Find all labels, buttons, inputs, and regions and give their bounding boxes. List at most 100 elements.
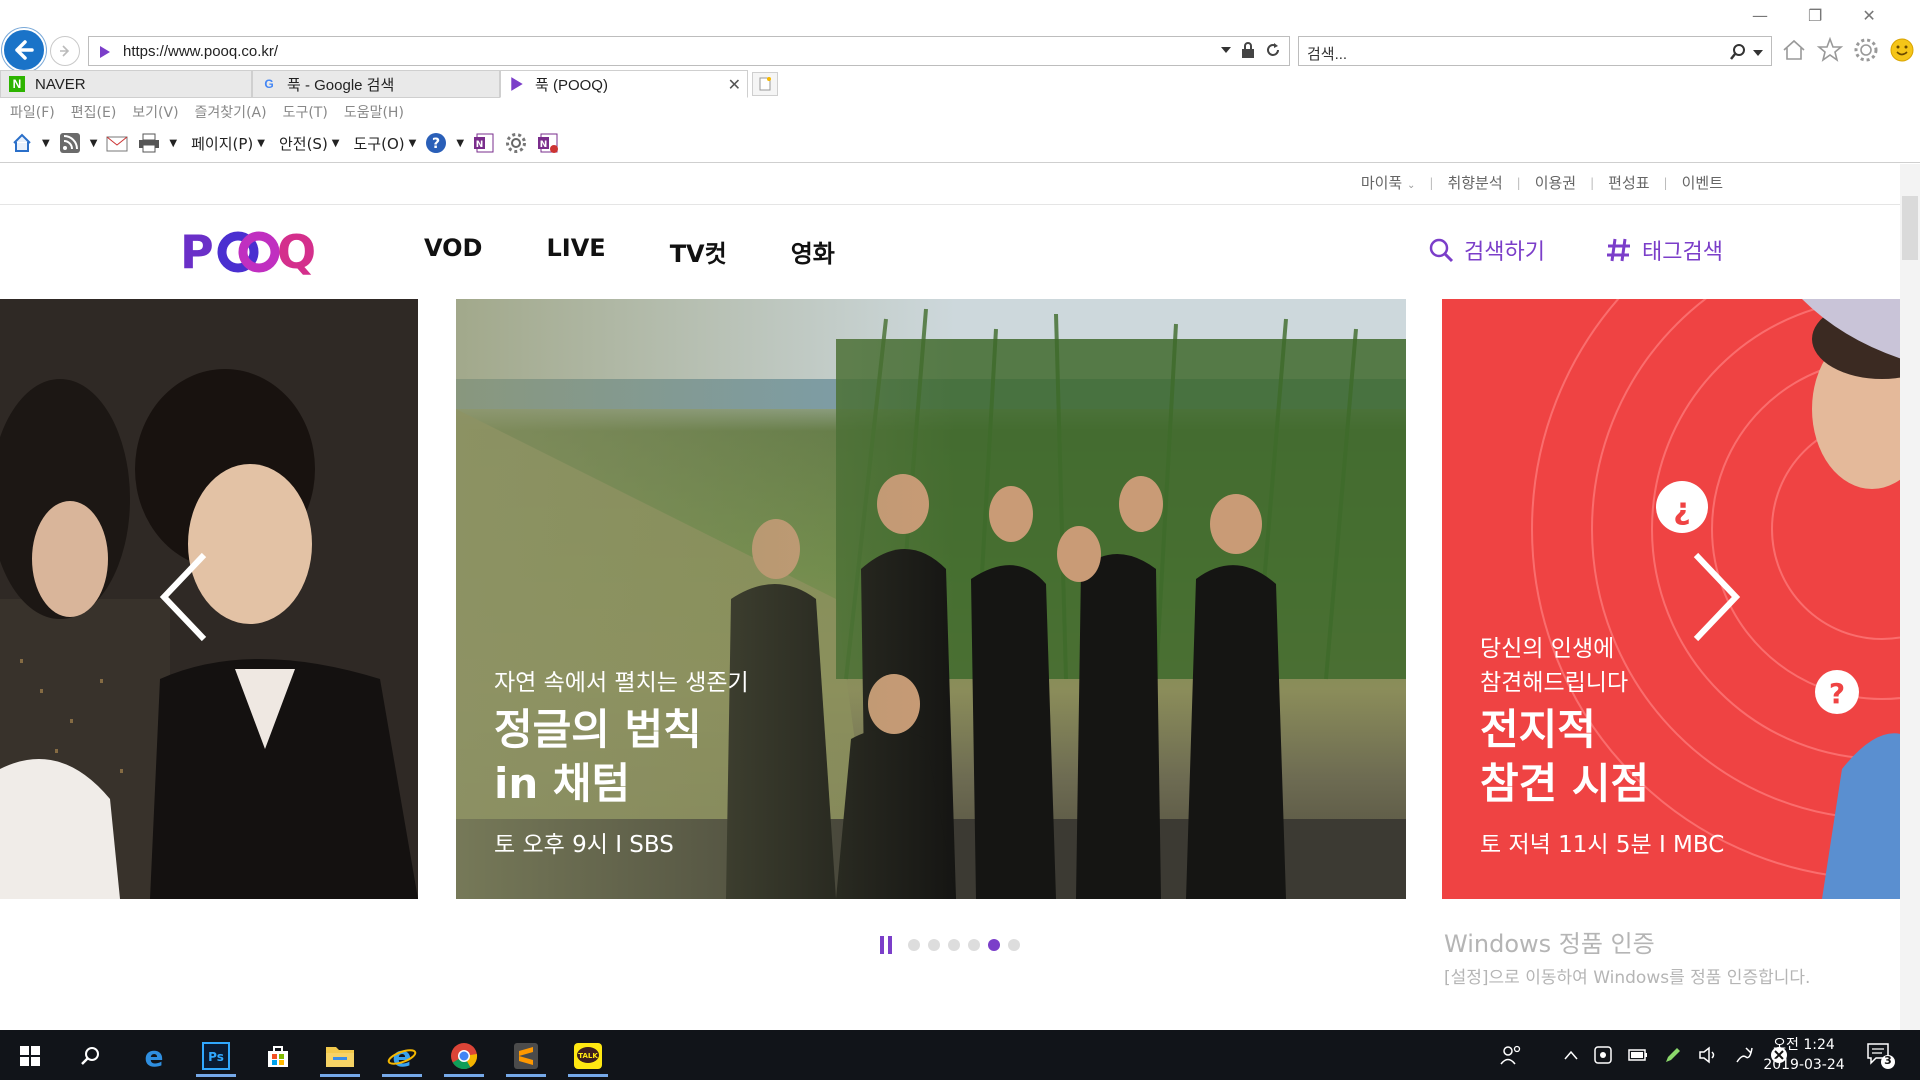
- print-icon[interactable]: [137, 131, 161, 155]
- nav-tv-cut[interactable]: TV컷: [670, 234, 727, 269]
- menu-view[interactable]: 보기(V): [132, 102, 178, 122]
- search-placeholder[interactable]: 검색...: [1307, 43, 1347, 64]
- home-caret-icon[interactable]: ▼: [42, 138, 50, 149]
- svg-text:e: e: [145, 1042, 164, 1070]
- pass-link[interactable]: 이용권: [1535, 172, 1576, 193]
- scroll-thumb[interactable]: [1902, 196, 1918, 260]
- minimize-icon[interactable]: —: [1752, 6, 1768, 25]
- send-to-onenote-icon[interactable]: N: [536, 131, 560, 155]
- pen-icon[interactable]: [1664, 1046, 1682, 1064]
- menu-file[interactable]: 파일(F): [10, 102, 55, 122]
- file-explorer-icon[interactable]: [316, 1035, 364, 1077]
- tab-pooq[interactable]: 푹 (POOQ) ✕: [500, 70, 748, 98]
- pause-icon[interactable]: [880, 936, 892, 954]
- store-icon[interactable]: [254, 1035, 302, 1077]
- browser-search-box[interactable]: 검색...: [1298, 36, 1772, 66]
- menu-tools[interactable]: 도구(T): [283, 102, 328, 122]
- help-caret-icon[interactable]: ▼: [456, 138, 464, 149]
- menu-bar: 파일(F) 편집(E) 보기(V) 즐겨찾기(A) 도구(T) 도움말(H): [0, 100, 404, 124]
- menu-edit[interactable]: 편집(E): [71, 102, 117, 122]
- menu-help[interactable]: 도움말(H): [344, 102, 404, 122]
- lock-icon[interactable]: [1241, 42, 1255, 58]
- carousel-prev-arrow-icon[interactable]: [156, 549, 212, 645]
- page-menu[interactable]: 페이지(P) ▼: [191, 133, 265, 154]
- pager-dot[interactable]: [968, 939, 980, 951]
- print-caret-icon[interactable]: ▼: [169, 138, 177, 149]
- pager-dot[interactable]: [908, 939, 920, 951]
- nav-movie[interactable]: 영화: [791, 234, 835, 269]
- nav-vod[interactable]: VOD: [424, 234, 482, 269]
- my-pooq-link[interactable]: 마이푹 ⌄: [1361, 172, 1416, 193]
- edge-icon[interactable]: e: [130, 1035, 178, 1077]
- addon-settings-icon[interactable]: [504, 131, 528, 155]
- close-tab-icon[interactable]: ✕: [728, 75, 741, 95]
- pager-dot[interactable]: [988, 939, 1000, 951]
- naver-icon: N: [9, 76, 25, 92]
- kakaotalk-icon[interactable]: TALK: [564, 1035, 612, 1077]
- onenote-icon[interactable]: N: [472, 131, 496, 155]
- battery-icon[interactable]: [1628, 1048, 1648, 1062]
- search-icon[interactable]: [66, 1035, 114, 1077]
- dropdown-caret-icon[interactable]: [1753, 49, 1763, 57]
- rss-caret-icon[interactable]: ▼: [90, 138, 98, 149]
- slide-drama-poster[interactable]: [0, 299, 418, 899]
- hashtag-icon: [1607, 238, 1630, 262]
- new-tab-button[interactable]: [752, 72, 778, 96]
- search-icon[interactable]: [1729, 43, 1747, 61]
- svg-text:?: ?: [432, 136, 440, 152]
- browser-chrome: — ❐ ✕ https://www.pooq.co.kr/ 검색... N NA…: [0, 0, 1920, 164]
- settings-gear-icon[interactable]: [1852, 36, 1880, 64]
- slide-title-line2: in 채텀: [494, 759, 631, 808]
- refresh-icon[interactable]: [1265, 42, 1281, 58]
- safety-menu[interactable]: 안전(S) ▼: [279, 133, 340, 154]
- activation-subtitle: [설정]으로 이동하여 Windows를 정품 인증합니다.: [1444, 968, 1811, 988]
- forward-button[interactable]: [50, 36, 80, 66]
- sublime-icon[interactable]: [502, 1035, 550, 1077]
- slide-omniscient-view[interactable]: ¿ ? 당신의 인생에 참견해드립니다 전지적 참견 시점 토 저녁 11시 5…: [1442, 299, 1900, 899]
- svg-text:P: P: [180, 225, 212, 278]
- address-text[interactable]: https://www.pooq.co.kr/: [123, 43, 278, 60]
- chrome-icon[interactable]: [440, 1035, 488, 1077]
- people-icon[interactable]: [1500, 1044, 1522, 1066]
- close-window-icon[interactable]: ✕: [1862, 6, 1875, 25]
- chevron-up-icon[interactable]: [1564, 1050, 1578, 1060]
- pooq-logo[interactable]: P Q: [180, 222, 320, 278]
- schedule-link[interactable]: 편성표: [1608, 172, 1649, 193]
- pager-dot[interactable]: [948, 939, 960, 951]
- event-link[interactable]: 이벤트: [1682, 172, 1723, 193]
- tag-search-link[interactable]: 태그검색: [1606, 234, 1723, 266]
- slide-title-line1: 전지적: [1480, 705, 1596, 754]
- pager-dot[interactable]: [1008, 939, 1020, 951]
- help-icon[interactable]: ?: [424, 131, 448, 155]
- slide-law-of-jungle[interactable]: 자연 속에서 펼치는 생존기 정글의 법칙 in 채텀 토 오후 9시 I SB…: [456, 299, 1406, 899]
- restore-icon[interactable]: ❐: [1808, 6, 1822, 25]
- windows-start-icon[interactable]: [6, 1035, 54, 1077]
- system-tray: [1500, 1030, 1788, 1080]
- nav-live[interactable]: LIVE: [546, 234, 605, 269]
- page-scrollbar[interactable]: [1900, 164, 1920, 1030]
- carousel-next-arrow-icon[interactable]: [1688, 549, 1744, 645]
- network-drive-icon[interactable]: [1594, 1046, 1612, 1064]
- search-link[interactable]: 검색하기: [1428, 234, 1545, 266]
- pager-dot[interactable]: [928, 939, 940, 951]
- back-button[interactable]: [2, 28, 46, 72]
- volume-icon[interactable]: [1698, 1046, 1718, 1064]
- action-center-button[interactable]: 3: [1866, 1042, 1896, 1074]
- taste-analysis-link[interactable]: 취향분석: [1447, 172, 1502, 193]
- favorites-star-icon[interactable]: [1816, 36, 1844, 64]
- rss-feed-icon[interactable]: [58, 131, 82, 155]
- smiley-feedback-icon[interactable]: [1888, 36, 1916, 64]
- system-clock[interactable]: 오전 1:24 2019-03-24: [1762, 1035, 1846, 1075]
- ie-icon[interactable]: e: [378, 1035, 426, 1077]
- tab-google[interactable]: G 푹 - Google 검색: [252, 70, 500, 98]
- menu-favorites[interactable]: 즐겨찾기(A): [195, 102, 267, 122]
- address-bar[interactable]: https://www.pooq.co.kr/: [88, 36, 1290, 66]
- home-command-icon[interactable]: [10, 131, 34, 155]
- tools-menu[interactable]: 도구(O) ▼: [354, 133, 417, 154]
- read-mail-icon[interactable]: [105, 131, 129, 155]
- dropdown-caret-icon[interactable]: [1221, 46, 1231, 54]
- ink-workspace-icon[interactable]: [1734, 1045, 1754, 1065]
- photoshop-icon[interactable]: Ps: [192, 1035, 240, 1077]
- tab-naver[interactable]: N NAVER: [0, 70, 252, 98]
- home-icon[interactable]: [1780, 36, 1808, 64]
